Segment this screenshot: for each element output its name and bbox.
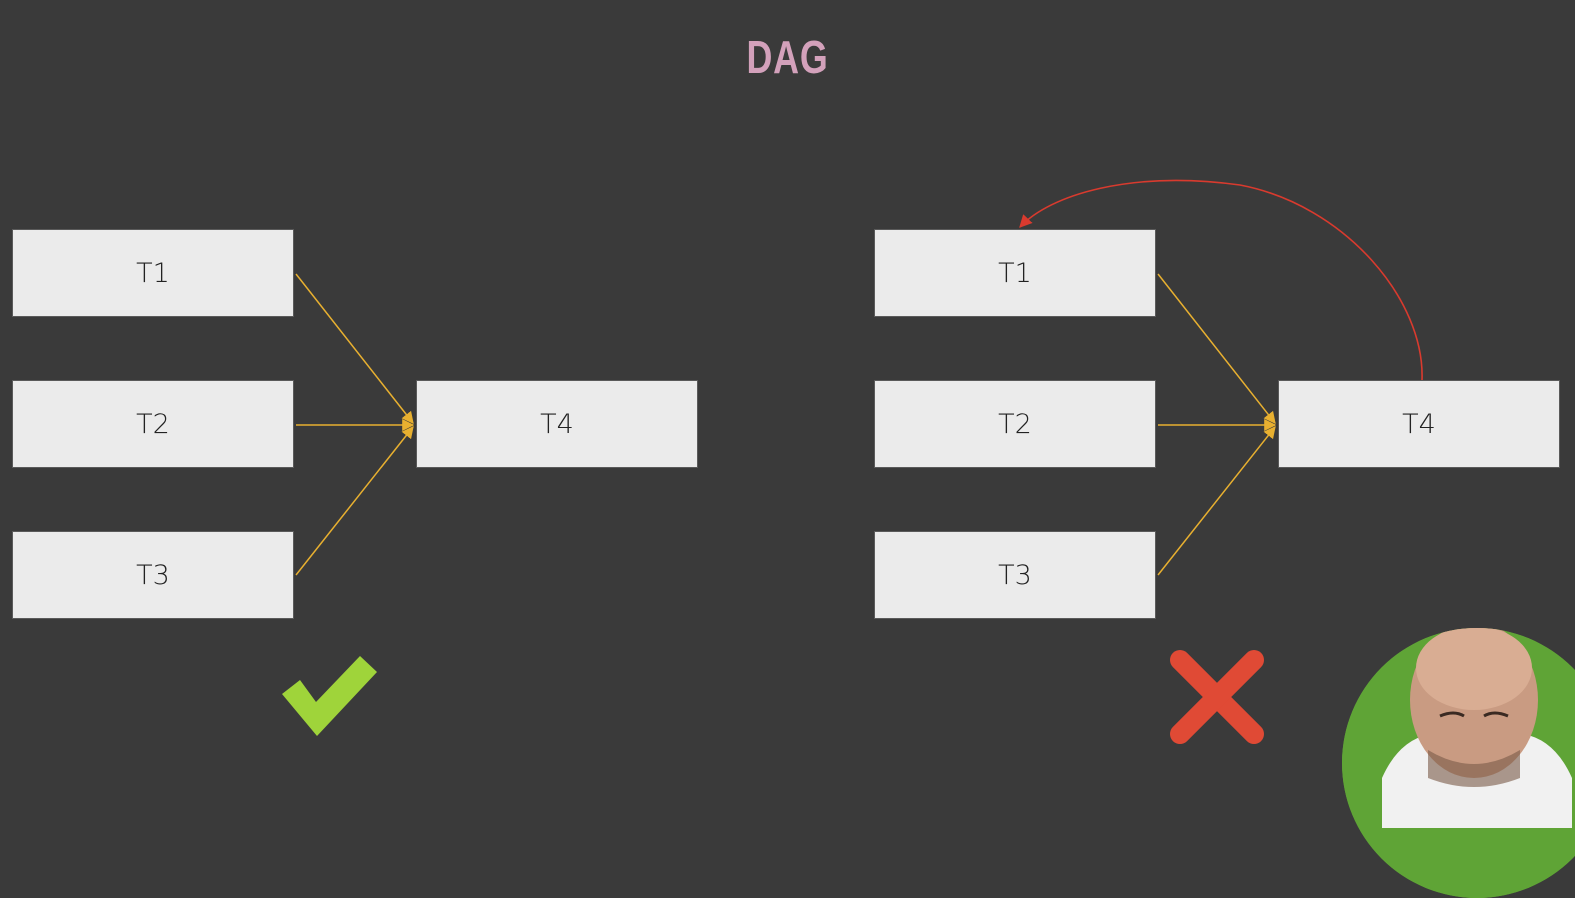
node-label: T2 (998, 408, 1032, 440)
right-node-t1: T1 (874, 229, 1156, 317)
node-label: T3 (136, 559, 170, 591)
left-node-t4: T4 (416, 380, 698, 468)
left-node-t3: T3 (12, 531, 294, 619)
node-label: T4 (540, 408, 574, 440)
node-label: T1 (136, 257, 170, 289)
node-label: T3 (998, 559, 1032, 591)
right-node-t3: T3 (874, 531, 1156, 619)
left-node-t2: T2 (12, 380, 294, 468)
node-label: T4 (1402, 408, 1436, 440)
right-node-t4: T4 (1278, 380, 1560, 468)
right-node-t2: T2 (874, 380, 1156, 468)
node-label: T2 (136, 408, 170, 440)
cross-icon (1170, 650, 1264, 744)
left-node-t1: T1 (12, 229, 294, 317)
left-edge-t3-t4 (295, 426, 414, 576)
right-edge-t3-t4 (1157, 426, 1276, 576)
left-edge-t1-t4 (295, 273, 414, 424)
right-edge-t1-t4 (1157, 273, 1276, 424)
node-label: T1 (998, 257, 1032, 289)
checkmark-icon (282, 656, 377, 736)
